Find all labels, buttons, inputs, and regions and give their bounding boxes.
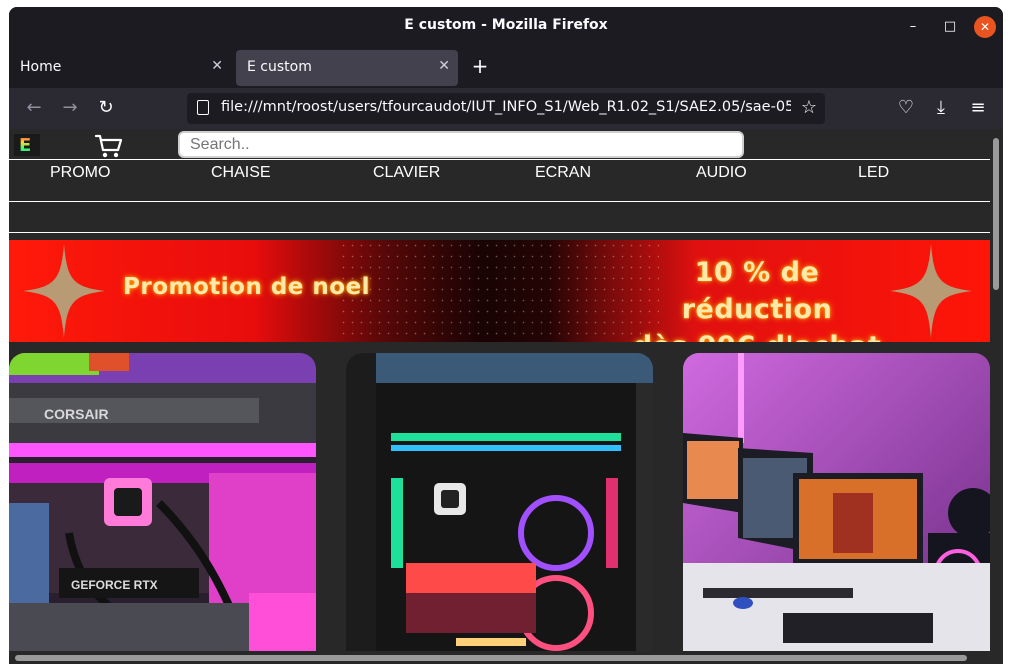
sparkle-star-icon [890, 244, 972, 338]
menu-item-ecran[interactable]: ECRAN [535, 164, 591, 182]
menu-item-led[interactable]: LED [858, 164, 889, 182]
pocket-icon[interactable]: ♡ [894, 96, 918, 120]
banner-snow [339, 240, 659, 342]
app-menu-icon[interactable]: ≡ [966, 96, 990, 120]
menu-item-chaise[interactable]: CHAISE [211, 164, 271, 182]
pc-build-image: CORSAIR GEFORCE RTX [9, 353, 316, 651]
menu-item-promo[interactable]: PROMO [50, 164, 110, 182]
tab-label: Home [20, 59, 62, 75]
cart-icon[interactable] [95, 133, 123, 159]
site-logo[interactable]: E [14, 134, 40, 156]
tab-label: E custom [247, 59, 312, 75]
tab-close-icon[interactable]: ✕ [438, 58, 450, 74]
window-title: E custom - Mozilla Firefox [404, 17, 608, 33]
menu-top-divider [9, 159, 990, 160]
tab-close-icon[interactable]: ✕ [211, 58, 223, 74]
page-content: E PROMO CHAISE CLAVIER ECRAN AUDIO LED P… [9, 129, 990, 651]
bookmark-star-icon[interactable]: ☆ [801, 97, 817, 118]
forward-button[interactable]: → [58, 96, 82, 120]
pc-case-image [346, 353, 653, 651]
svg-text:GEFORCE RTX: GEFORCE RTX [71, 578, 158, 592]
banner-right-text: 10 % de réduction dès 99€ d'achat [617, 254, 897, 342]
banner-discount-line: 10 % de réduction [681, 257, 833, 325]
product-card-pc-case[interactable] [346, 353, 653, 651]
minimize-button[interactable]: – [902, 16, 924, 38]
desk-setup-image [683, 353, 990, 651]
search-input[interactable] [178, 131, 744, 158]
maximize-button[interactable]: □ [939, 16, 961, 38]
url-text[interactable]: file:///mnt/roost/users/tfourcaudot/IUT_… [221, 99, 791, 115]
browser-window: E custom - Mozilla Firefox – □ ✕ Home ✕ … [9, 7, 1003, 664]
url-bar[interactable]: file:///mnt/roost/users/tfourcaudot/IUT_… [187, 93, 825, 124]
promo-banner[interactable]: Promotion de noel 10 % de réduction dès … [9, 240, 990, 342]
product-card-pc-build[interactable]: CORSAIR GEFORCE RTX [9, 353, 316, 651]
svg-text:CORSAIR: CORSAIR [44, 406, 109, 422]
horizontal-scrollbar[interactable] [9, 651, 1003, 664]
banner-left-text: Promotion de noel [123, 274, 371, 300]
page-icon [197, 100, 209, 115]
menu-item-clavier[interactable]: CLAVIER [373, 164, 440, 182]
menu-item-audio[interactable]: AUDIO [696, 164, 747, 182]
close-window-button[interactable]: ✕ [974, 16, 996, 38]
banner-condition-line: dès 99€ d'achat [617, 328, 897, 342]
sparkle-star-icon [23, 244, 105, 338]
tab-home[interactable]: Home ✕ [9, 50, 231, 86]
menu-bottom-divider [9, 201, 990, 202]
title-bar: E custom - Mozilla Firefox – □ ✕ [9, 7, 1003, 46]
vertical-scroll-thumb[interactable] [993, 138, 999, 290]
vertical-scrollbar[interactable] [990, 129, 1003, 651]
back-button[interactable]: ← [22, 96, 46, 120]
navigation-toolbar: ← → ↻ file:///mnt/roost/users/tfourcaudo… [9, 88, 1003, 129]
tab-e-custom[interactable]: E custom ✕ [236, 50, 458, 86]
product-card-desk-setup[interactable] [683, 353, 990, 651]
horizontal-scroll-thumb[interactable] [15, 655, 967, 661]
downloads-icon[interactable]: ⤓ [929, 96, 953, 120]
logo-letter: E [19, 135, 32, 156]
reload-button[interactable]: ↻ [94, 96, 118, 120]
tab-strip: Home ✕ E custom ✕ [9, 46, 1003, 88]
banner-top-divider [9, 232, 990, 233]
new-tab-button[interactable]: + [469, 55, 491, 77]
